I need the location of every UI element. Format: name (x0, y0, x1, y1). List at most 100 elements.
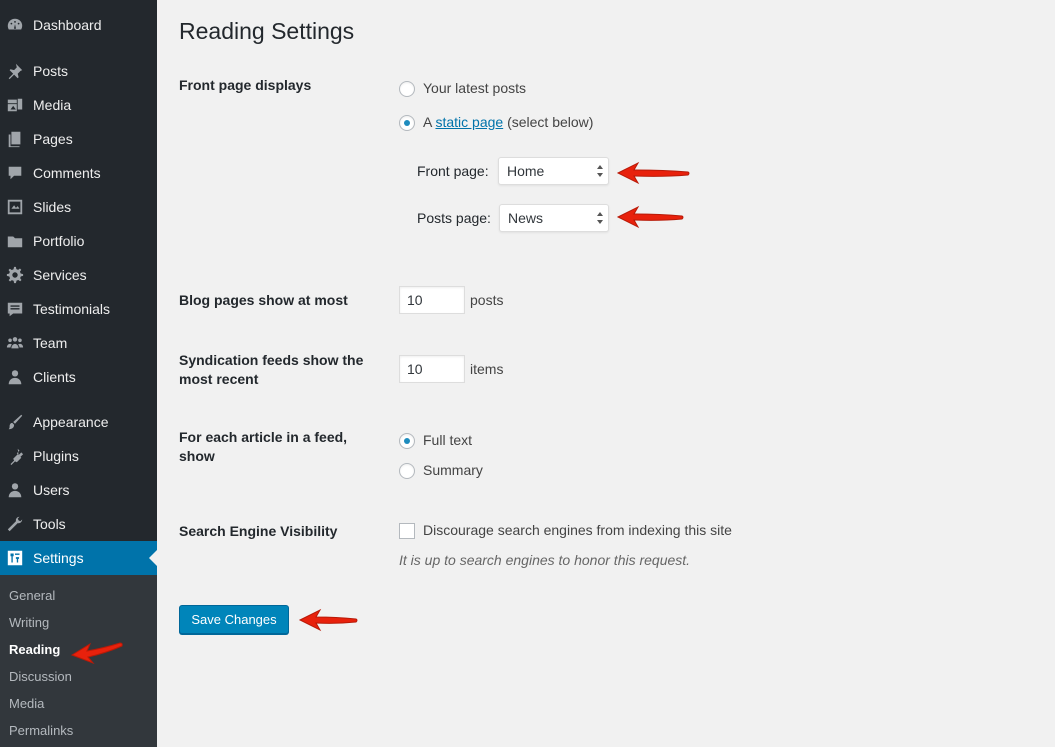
blog-pages-label: Blog pages show at most (179, 292, 348, 308)
current-item-indicator (149, 550, 157, 566)
latest-posts-label[interactable]: Your latest posts (423, 80, 526, 96)
sidebar-item-label: Clients (33, 369, 76, 385)
annotation-arrow-save (298, 608, 358, 632)
syndication-label: Syndication feeds show the most recent (179, 351, 363, 389)
posts-per-page-value: 10 (407, 292, 423, 308)
syndication-label-line1: Syndication feeds show the (179, 352, 364, 368)
sidebar-item-pages[interactable]: Pages (0, 122, 157, 156)
submenu-item-permalinks[interactable]: Permalinks (9, 723, 73, 738)
settings-icon (5, 548, 25, 568)
sidebar-item-plugins[interactable]: Plugins (0, 439, 157, 473)
sidebar-item-comments[interactable]: Comments (0, 156, 157, 190)
syndication-label-line2: most recent (179, 371, 259, 387)
feed-article-label: For each article in a feed, show (179, 428, 347, 466)
sidebar-item-label: Plugins (33, 448, 79, 464)
front-page-select-label: Front page: (417, 163, 489, 179)
sidebar-item-label: Posts (33, 63, 69, 79)
pin-icon (5, 61, 25, 81)
sidebar-item-label: Media (33, 97, 72, 113)
annotation-arrow-front-page (616, 161, 690, 185)
items-unit-label: items (470, 361, 504, 377)
front-page-select-value: Home (507, 163, 545, 179)
user-icon (5, 367, 25, 387)
users-icon (5, 480, 25, 500)
feed-article-label-line2: show (179, 448, 215, 464)
sidebar-item-team[interactable]: Team (0, 326, 157, 360)
brush-icon (5, 412, 25, 432)
sidebar-item-testimonials[interactable]: Testimonials (0, 292, 157, 326)
submenu-item-reading[interactable]: Reading (9, 642, 60, 657)
front-page-displays-label: Front page displays (179, 77, 312, 93)
media-icon (5, 95, 25, 115)
sidebar-item-dashboard[interactable]: Dashboard (0, 8, 157, 42)
submenu-item-discussion[interactable]: Discussion (9, 669, 72, 684)
summary-label[interactable]: Summary (423, 462, 483, 478)
select-arrows-icon (597, 165, 603, 177)
static-page-radio[interactable] (399, 115, 415, 131)
front-page-select[interactable]: Home (498, 157, 609, 185)
posts-unit-label: posts (470, 292, 504, 308)
sidebar-item-label: Appearance (33, 414, 109, 430)
sidebar-item-posts[interactable]: Posts (0, 54, 157, 88)
annotation-arrow-posts-page (616, 205, 684, 229)
testimonial-icon (5, 299, 25, 319)
comment-icon (5, 163, 25, 183)
posts-page-select-value: News (508, 210, 544, 226)
settings-content: Reading Settings Front page displays You… (157, 0, 1055, 747)
sidebar-item-slides[interactable]: Slides (0, 190, 157, 224)
full-text-label[interactable]: Full text (423, 432, 472, 448)
latest-posts-radio[interactable] (399, 81, 415, 97)
sidebar-item-label: Tools (33, 516, 66, 532)
posts-page-select[interactable]: News (499, 204, 609, 232)
page-title: Reading Settings (179, 18, 355, 44)
sidebar-item-services[interactable]: Services (0, 258, 157, 292)
sidebar-item-tools[interactable]: Tools (0, 507, 157, 541)
summary-radio[interactable] (399, 463, 415, 479)
search-engine-label: Search Engine Visibility (179, 523, 338, 539)
search-engine-description: It is up to search engines to honor this… (399, 552, 691, 568)
folder-icon (5, 231, 25, 251)
static-page-prefix: A (423, 114, 432, 130)
slides-icon (5, 197, 25, 217)
sidebar-item-label: Users (33, 482, 70, 498)
feed-article-label-line1: For each article in a feed, (179, 429, 348, 445)
sidebar-item-label: Team (33, 335, 68, 351)
discourage-search-label[interactable]: Discourage search engines from indexing … (423, 522, 732, 538)
static-page-suffix: (select below) (507, 114, 594, 130)
full-text-radio[interactable] (399, 433, 415, 449)
sidebar-item-label: Services (33, 267, 87, 283)
select-arrows-icon (597, 212, 603, 224)
sidebar-item-users[interactable]: Users (0, 473, 157, 507)
sidebar-item-label: Testimonials (33, 301, 111, 317)
submenu-item-writing[interactable]: Writing (9, 615, 49, 630)
sidebar-item-label: Slides (33, 199, 72, 215)
submenu-item-general[interactable]: General (9, 588, 55, 603)
feed-items-value: 10 (407, 361, 423, 377)
sidebar-item-clients[interactable]: Clients (0, 360, 157, 394)
sidebar-item-label: Dashboard (33, 17, 102, 33)
gear-icon (5, 265, 25, 285)
static-page-label[interactable]: A static page (select below) (423, 114, 593, 130)
sidebar-item-label: Comments (33, 165, 101, 181)
sidebar-item-appearance[interactable]: Appearance (0, 405, 157, 439)
annotation-arrow-reading (70, 642, 123, 665)
sidebar-item-portfolio[interactable]: Portfolio (0, 224, 157, 258)
sidebar-item-media[interactable]: Media (0, 88, 157, 122)
team-icon (5, 333, 25, 353)
posts-page-select-label: Posts page: (417, 210, 491, 226)
feed-items-input[interactable]: 10 (399, 355, 465, 383)
plugin-icon (5, 446, 25, 466)
save-changes-button[interactable]: Save Changes (179, 605, 289, 634)
wrench-icon (5, 514, 25, 534)
dashboard-icon (5, 15, 25, 35)
admin-sidebar: Dashboard Posts Media Pages Comments Sli… (0, 0, 157, 747)
sidebar-item-settings[interactable]: Settings (0, 541, 157, 575)
sidebar-item-label: Portfolio (33, 233, 85, 249)
submenu-item-media[interactable]: Media (9, 696, 44, 711)
discourage-search-checkbox[interactable] (399, 523, 415, 539)
static-page-link[interactable]: static page (435, 114, 503, 130)
sidebar-item-label: Pages (33, 131, 73, 147)
pages-icon (5, 129, 25, 149)
sidebar-item-label: Settings (33, 550, 84, 566)
posts-per-page-input[interactable]: 10 (399, 286, 465, 314)
